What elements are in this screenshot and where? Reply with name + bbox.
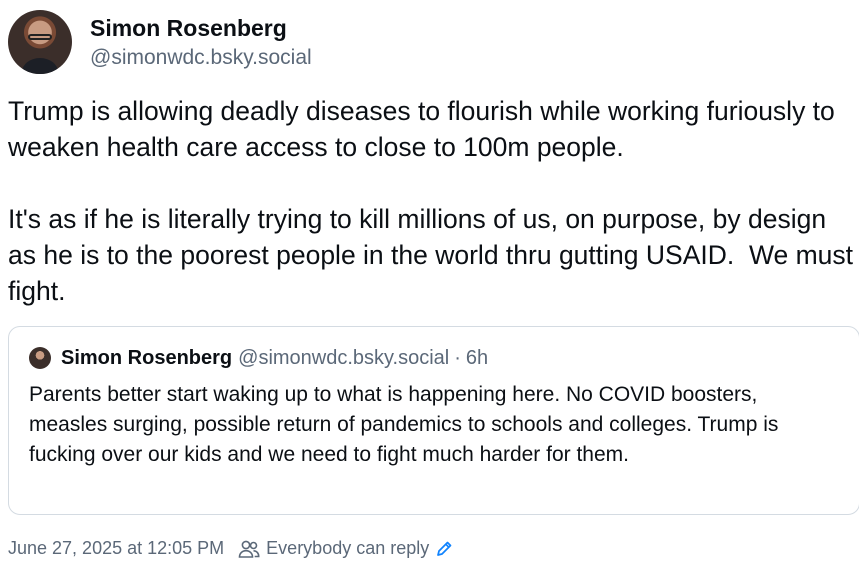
quoted-post-text: Parents better start waking up to what i… [29,383,779,466]
avatar-glasses [28,34,52,40]
pencil-icon[interactable] [435,540,453,558]
quoted-post-display-name[interactable]: Simon Rosenberg [61,345,232,371]
quoted-post[interactable]: Simon Rosenberg @simonwdc.bsky.social · … [8,326,859,515]
author-row: Simon Rosenberg @simonwdc.bsky.social [8,10,312,74]
reply-setting-label[interactable]: Everybody can reply [266,538,429,559]
quoted-post-avatar[interactable] [29,347,51,369]
quoted-post-header: Simon Rosenberg @simonwdc.bsky.social · … [29,345,839,371]
quoted-post-timestamp[interactable]: 6h [466,345,488,371]
author-handle[interactable]: @simonwdc.bsky.social [90,45,312,71]
post-meta-row: June 27, 2025 at 12:05 PM Everybody can … [8,538,453,559]
author-names: Simon Rosenberg @simonwdc.bsky.social [90,13,312,71]
post-timestamp: June 27, 2025 at 12:05 PM [8,538,225,558]
quoted-post-separator: · [454,347,461,369]
quoted-post-handle[interactable]: @simonwdc.bsky.social [238,345,449,371]
post-container: Simon Rosenberg @simonwdc.bsky.social Tr… [0,0,859,582]
people-icon [238,539,260,559]
post-text: Trump is allowing deadly diseases to flo… [8,96,854,306]
avatar[interactable] [8,10,72,74]
author-display-name[interactable]: Simon Rosenberg [90,13,312,43]
